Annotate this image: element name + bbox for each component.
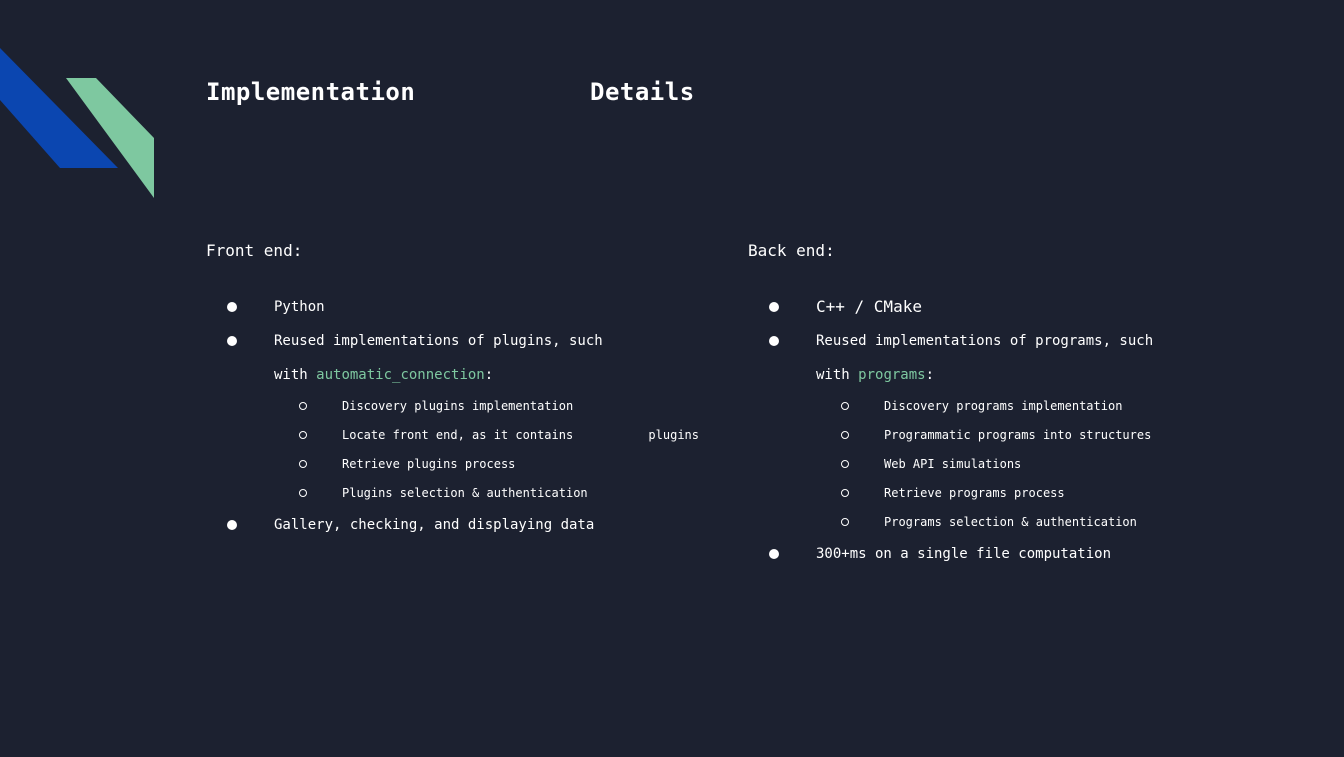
back-end-column: Back end: C++ / CMake Reused implementat… — [748, 241, 1248, 571]
list-item: Reused implementations of plugins, such … — [206, 324, 706, 508]
column-header: Back end: — [748, 241, 835, 260]
sub-list-item-text: Discovery programs implementation — [884, 399, 1123, 413]
sub-bullet-list: Discovery plugins implementation Locate … — [274, 392, 706, 508]
sub-list-item: Retrieve programs process — [748, 479, 1248, 508]
list-item-text: Reused implementations of plugins, such — [274, 333, 603, 349]
sub-list-item: Programmatic programs into structures — [748, 421, 1248, 450]
list-item-text: Gallery, checking, and displaying data — [274, 517, 595, 533]
sub-list-item: Web API simulations — [748, 450, 1248, 479]
front-end-column: Front end: Python Reused implementations… — [206, 241, 706, 542]
list-item: Gallery, checking, and displaying data — [206, 508, 706, 542]
sub-list-item-text: Retrieve programs process — [884, 486, 1065, 500]
text-prefix: with — [274, 367, 317, 383]
sub-list-item-text: Locate front end, as it contains — [342, 428, 574, 442]
text-suffix: : — [925, 367, 935, 383]
list-item: C++ / CMake — [748, 290, 1248, 324]
list-item-text: Python — [274, 299, 325, 315]
sub-list-item-text: Plugins selection & authentication — [342, 486, 588, 500]
list-item: Reused implementations of programs, such… — [748, 324, 1248, 537]
automatic-connection-link[interactable]: automatic_connection — [316, 367, 485, 383]
sub-list-item: Locate front end, as it contains plugins — [206, 421, 706, 450]
sub-bullet-list: Discovery programs implementation Progra… — [816, 392, 1248, 537]
text-prefix: with — [816, 367, 859, 383]
bullet-list: Python Reused implementations of plugins… — [206, 290, 706, 542]
programs-link[interactable]: programs — [858, 367, 925, 383]
sub-list-item-text-continued: plugins — [648, 428, 699, 442]
sub-list-item-text: Web API simulations — [884, 457, 1022, 471]
list-item-text-continued: with programs: — [816, 358, 1248, 392]
list-item: 300+ms on a single file computation — [748, 537, 1248, 571]
sub-list-item: Programs selection & authentication — [748, 508, 1248, 537]
sub-list-item: Discovery plugins implementation — [206, 392, 706, 421]
column-header: Front end: — [206, 241, 303, 260]
list-item: Python — [206, 290, 706, 324]
list-item-text-continued: with automatic_connection: — [274, 358, 706, 392]
slide-title-right: Details — [590, 78, 695, 106]
corner-decoration — [0, 48, 154, 198]
sub-list-item-text: Programs selection & authentication — [884, 515, 1137, 529]
bullet-list: C++ / CMake Reused implementations of pr… — [748, 290, 1248, 571]
slide: Implementation Details Front end: Python… — [0, 0, 1344, 757]
slide-title: Implementation — [206, 78, 416, 106]
sub-list-item: Retrieve plugins process — [206, 450, 706, 479]
sub-list-item-text: Programmatic programs into structures — [884, 428, 1152, 442]
list-item-text: Reused implementations of programs, such — [816, 333, 1154, 349]
sub-list-item-text: Retrieve plugins process — [342, 457, 516, 471]
list-item-text: 300+ms on a single file computation — [816, 546, 1112, 562]
text-suffix: : — [484, 367, 494, 383]
sub-list-item-text: Discovery plugins implementation — [342, 399, 574, 413]
sub-list-item: Plugins selection & authentication — [206, 479, 706, 508]
list-item-text: C++ / CMake — [816, 297, 922, 316]
sub-list-item: Discovery programs implementation — [748, 392, 1248, 421]
